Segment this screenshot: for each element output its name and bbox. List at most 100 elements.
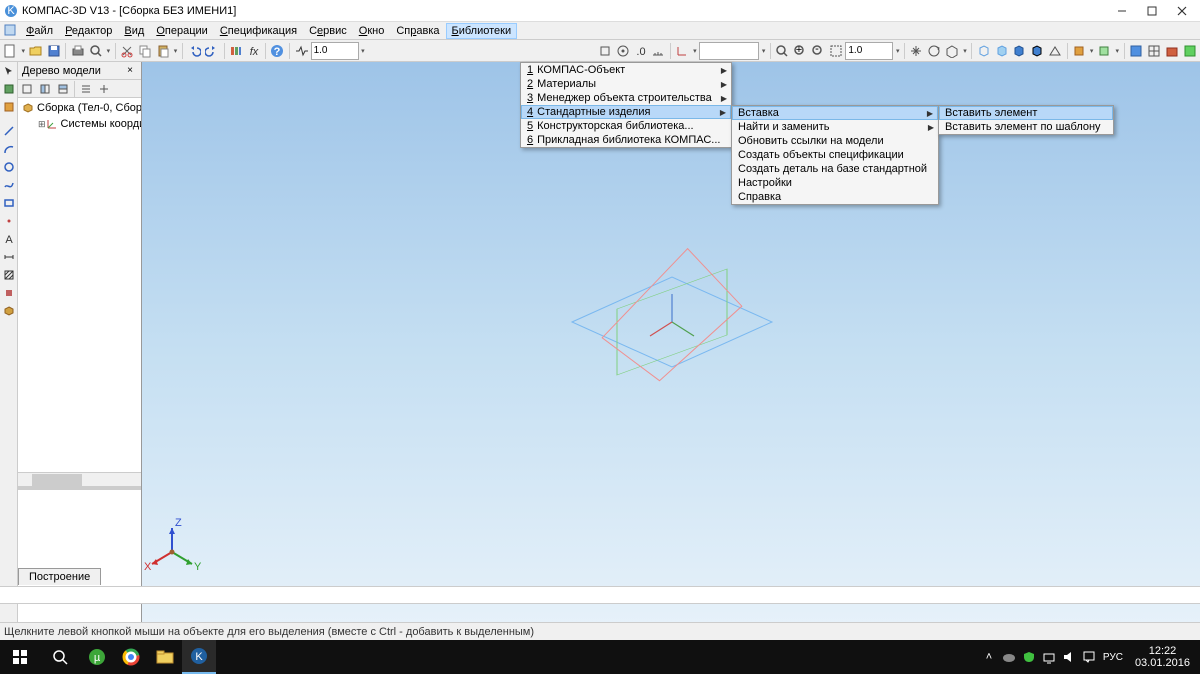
cs-dropdown[interactable]: ▾: [760, 41, 767, 61]
rebuild-button[interactable]: [1145, 41, 1162, 61]
lcs-dropdown[interactable]: ▾: [692, 41, 699, 61]
section-dropdown[interactable]: ▾: [1114, 41, 1121, 61]
dd1-item-3[interactable]: 4Стандартные изделия▶: [521, 105, 731, 119]
paste-button[interactable]: [154, 41, 171, 61]
menu-libraries[interactable]: Библиотеки: [446, 23, 518, 39]
round-button[interactable]: .0: [632, 41, 649, 61]
dd2-item-0[interactable]: Вставка▶: [732, 106, 938, 120]
section-button[interactable]: [1096, 41, 1113, 61]
undo-button[interactable]: [186, 41, 203, 61]
new-dropdown[interactable]: ▾: [20, 41, 27, 61]
perspective-button[interactable]: [1047, 41, 1064, 61]
zoom-out-button[interactable]: -: [810, 41, 827, 61]
maximize-button[interactable]: [1138, 2, 1166, 20]
lt-aux[interactable]: [0, 284, 18, 302]
zoom-window-button[interactable]: [828, 41, 845, 61]
dd3-item-0[interactable]: Вставить элемент: [939, 106, 1113, 120]
lt-select[interactable]: [0, 62, 18, 80]
tree-root-item[interactable]: Сборка (Тел-0, Сбороч: [20, 100, 139, 116]
tray-network-icon[interactable]: [1039, 640, 1059, 674]
lt-edit[interactable]: [0, 80, 18, 98]
task-kompas[interactable]: K: [182, 640, 216, 674]
lt-rect[interactable]: [0, 194, 18, 212]
paste-dropdown[interactable]: ▾: [172, 41, 179, 61]
dd1-item-0[interactable]: 1КОМПАС-Объект▶: [521, 63, 731, 77]
lt-arc[interactable]: [0, 140, 18, 158]
dd1-item-4[interactable]: 5Конструкторская библиотека...: [521, 119, 731, 133]
minimize-button[interactable]: [1108, 2, 1136, 20]
build-tab[interactable]: Построение: [18, 568, 101, 585]
tray-up-icon[interactable]: ˄: [979, 640, 999, 674]
expand-icon[interactable]: ⊞: [38, 119, 46, 130]
help-button[interactable]: ?: [269, 41, 286, 61]
cs-input[interactable]: [699, 42, 759, 60]
units-button[interactable]: [650, 41, 667, 61]
preview-button[interactable]: [87, 41, 104, 61]
orient-button[interactable]: [944, 41, 961, 61]
vars-button[interactable]: fx: [245, 41, 262, 61]
local-cs-button[interactable]: [674, 41, 691, 61]
zoom-dropdown[interactable]: ▾: [894, 41, 901, 61]
menu-editor[interactable]: Редактор: [59, 23, 118, 39]
more-button[interactable]: [1181, 41, 1198, 61]
shaded-button[interactable]: [1011, 41, 1028, 61]
lt-hatch[interactable]: [0, 266, 18, 284]
tray-shield-icon[interactable]: [1019, 640, 1039, 674]
dd2-item-2[interactable]: Обновить ссылки на модели: [732, 134, 938, 148]
step-input-1[interactable]: [311, 42, 359, 60]
save-button[interactable]: [46, 41, 63, 61]
tray-onedrive-icon[interactable]: [999, 640, 1019, 674]
step1-dropdown[interactable]: ▾: [360, 41, 367, 61]
copy-button[interactable]: [136, 41, 153, 61]
preview-dropdown[interactable]: ▾: [105, 41, 112, 61]
cut-button[interactable]: [119, 41, 136, 61]
task-utorrent[interactable]: µ: [80, 640, 114, 674]
open-button[interactable]: [28, 41, 45, 61]
tree-tb-5[interactable]: [95, 80, 113, 98]
tree-child-item[interactable]: ⊞ Системы координат: [20, 116, 139, 132]
snap-button[interactable]: [614, 41, 631, 61]
new-button[interactable]: [2, 41, 19, 61]
tray-action-icon[interactable]: [1079, 640, 1099, 674]
shaded-edges-button[interactable]: [1029, 41, 1046, 61]
step-mode-button[interactable]: [293, 41, 310, 61]
menu-spec[interactable]: Спецификация: [214, 23, 303, 39]
menu-help[interactable]: Справка: [390, 23, 445, 39]
refresh-button[interactable]: [1128, 41, 1145, 61]
dd1-item-1[interactable]: 2Материалы▶: [521, 77, 731, 91]
store-button[interactable]: [1163, 41, 1180, 61]
start-button[interactable]: [0, 640, 40, 674]
redo-button[interactable]: [204, 41, 221, 61]
zoom-fit-button[interactable]: [774, 41, 791, 61]
dd3-item-1[interactable]: Вставить элемент по шаблону: [939, 120, 1113, 134]
dd2-item-5[interactable]: Настройки: [732, 176, 938, 190]
tree-tb-3[interactable]: [54, 80, 72, 98]
3d-viewport[interactable]: Z Y X 1КОМПАС-Объект▶ 2Материалы▶ 3Менед…: [142, 62, 1200, 640]
lt-3d[interactable]: [0, 302, 18, 320]
tray-lang[interactable]: РУС: [1099, 640, 1127, 674]
lt-text[interactable]: A: [0, 230, 18, 248]
simplified-dropdown[interactable]: ▾: [1088, 41, 1095, 61]
close-button[interactable]: [1168, 2, 1196, 20]
menu-operations[interactable]: Операции: [150, 23, 213, 39]
lt-point[interactable]: [0, 212, 18, 230]
tree-content[interactable]: Сборка (Тел-0, Сбороч ⊞ Системы координа…: [18, 98, 141, 472]
tree-scrollbar[interactable]: [18, 472, 141, 486]
print-button[interactable]: [69, 41, 86, 61]
pan-button[interactable]: [908, 41, 925, 61]
lt-line[interactable]: [0, 122, 18, 140]
dd2-item-1[interactable]: Найти и заменить▶: [732, 120, 938, 134]
simplified-button[interactable]: [1070, 41, 1087, 61]
dd1-item-5[interactable]: 6Прикладная библиотека КОМПАС...: [521, 133, 731, 147]
zoom-in-button[interactable]: +: [792, 41, 809, 61]
dd1-item-2[interactable]: 3Менеджер объекта строительства▶: [521, 91, 731, 105]
wireframe-button[interactable]: [975, 41, 992, 61]
menu-file[interactable]: Файл: [20, 23, 59, 39]
task-explorer[interactable]: [148, 640, 182, 674]
ortho-button[interactable]: [596, 41, 613, 61]
command-bar[interactable]: [0, 586, 1200, 604]
libmgr-button[interactable]: [227, 41, 244, 61]
menu-service[interactable]: Сервис: [303, 23, 353, 39]
tree-tb-4[interactable]: [77, 80, 95, 98]
lt-circle[interactable]: [0, 158, 18, 176]
